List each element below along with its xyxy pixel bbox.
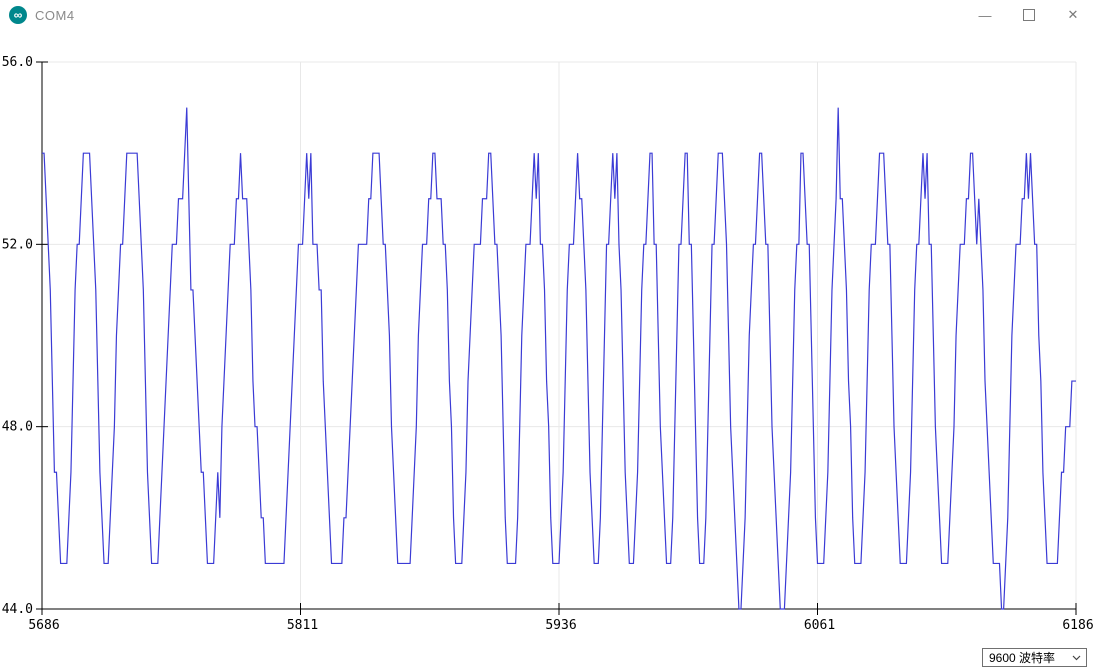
maximize-button[interactable] <box>1007 0 1051 30</box>
window-controls: — ✕ <box>963 0 1095 30</box>
chevron-down-icon <box>1072 655 1081 661</box>
window-title: COM4 <box>35 7 75 23</box>
title-bar: ∞ COM4 — ✕ <box>0 0 1095 30</box>
x-tick-label: 5811 <box>287 618 318 633</box>
serial-plot: 44.0 48.0 52.0 56.0 5686 5811 5936 6061 6186 <box>2 55 1094 633</box>
x-tick-label: 5686 <box>28 618 59 633</box>
x-tick-label: 6061 <box>804 618 835 633</box>
x-tick-label: 6186 <box>1062 618 1093 633</box>
y-tick-label: 44.0 <box>2 602 33 617</box>
close-button[interactable]: ✕ <box>1051 0 1095 30</box>
arduino-logo-icon: ∞ <box>9 6 27 24</box>
y-tick-label: 56.0 <box>2 55 33 70</box>
serial-plotter-window: ∞ COM4 — ✕ 44.0 48.0 52.0 56.0 5686 5811 5936 6… <box>0 0 1095 671</box>
baud-rate-select[interactable]: 9600 波特率 <box>982 648 1087 667</box>
minimize-button[interactable]: — <box>963 0 1007 30</box>
y-tick-label: 52.0 <box>2 237 33 252</box>
maximize-icon <box>1023 9 1035 21</box>
status-bar: 9600 波特率 <box>0 645 1095 671</box>
x-tick-label: 5936 <box>545 618 576 633</box>
baud-rate-value: 9600 波特率 <box>989 651 1056 665</box>
y-tick-label: 48.0 <box>2 420 33 435</box>
